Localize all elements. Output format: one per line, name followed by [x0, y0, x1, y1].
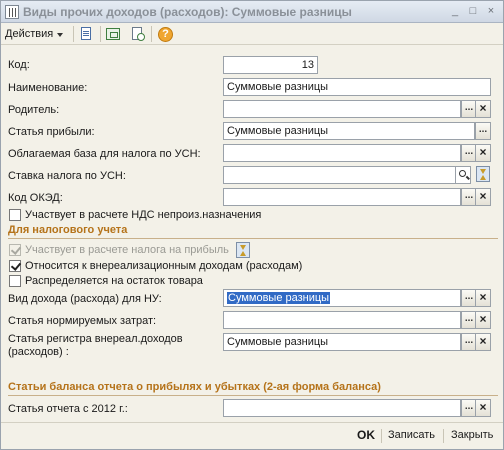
title-bar: Виды прочих доходов (расходов): Суммовые… — [1, 1, 503, 23]
save-document-icon[interactable] — [78, 26, 95, 43]
okved-clear-button[interactable]: × — [475, 188, 491, 206]
nu-type-clear-button[interactable]: × — [475, 289, 491, 307]
kod-label: Код: — [8, 59, 30, 71]
usn-rate-label: Ставка налога по УСН: — [8, 170, 126, 182]
toolbar-separator — [151, 26, 152, 42]
register-item-label: Статья регистра внереал.доходов (расходо… — [8, 333, 183, 358]
toolbar-separator — [73, 26, 74, 42]
report-item-input[interactable] — [223, 399, 461, 417]
vat-checkbox[interactable] — [9, 209, 21, 221]
tax-section-title: Для налогового учета — [8, 224, 128, 236]
nonsale-checkbox[interactable] — [9, 260, 21, 272]
parent-label: Родитель: — [8, 104, 60, 116]
nu-type-value: Суммовые разницы — [227, 292, 331, 304]
ok-button[interactable]: OK — [357, 428, 375, 442]
form-icon — [5, 5, 19, 19]
norm-costs-clear-button[interactable]: × — [475, 311, 491, 329]
copy-icon[interactable] — [105, 26, 122, 43]
report-item-label: Статья отчета с 2012 г.: — [8, 403, 128, 415]
usn-rate-input[interactable] — [223, 166, 461, 184]
balance-section-divider — [8, 395, 498, 396]
close-button[interactable]: Закрыть — [451, 429, 493, 441]
vat-checkbox-label: Участвует в расчете НДС непроиз.назначен… — [25, 209, 262, 221]
create-based-on-icon[interactable] — [129, 26, 146, 43]
form-window: Виды прочих доходов (расходов): Суммовые… — [0, 0, 504, 450]
window-title: Виды прочих доходов (расходов): Суммовые… — [23, 5, 352, 19]
okved-input[interactable] — [223, 188, 461, 206]
minimize-button[interactable]: _ — [447, 4, 463, 20]
actions-menu-button[interactable]: Действия — [5, 26, 64, 42]
footer-divider — [1, 422, 503, 423]
profit-tax-checkbox[interactable] — [9, 244, 21, 256]
search-icon[interactable] — [455, 166, 471, 184]
nonsale-checkbox-label: Относится к внереализационным доходам (р… — [25, 260, 303, 272]
profit-tax-checkbox-label: Участвует в расчете налога на прибыль — [25, 244, 229, 256]
usn-base-label: Облагаемая база для налога по УСН: — [8, 148, 201, 160]
profit-item-label: Статья прибыли: — [8, 126, 95, 138]
help-icon[interactable]: ? — [157, 26, 174, 43]
tax-section-divider — [8, 238, 498, 239]
footer-separator — [381, 429, 382, 443]
save-button[interactable]: Записать — [388, 429, 435, 441]
register-item-clear-button[interactable]: × — [475, 333, 491, 351]
remainder-checkbox-label: Распределяется на остаток товара — [25, 275, 203, 287]
register-item-input[interactable]: Суммовые разницы — [223, 333, 461, 351]
profit-item-input[interactable]: Суммовые разницы — [223, 122, 475, 140]
footer-separator — [443, 429, 444, 443]
balance-section-title: Статьи баланса отчета о прибылях и убытк… — [8, 381, 381, 393]
history-hourglass-icon[interactable] — [476, 166, 490, 182]
profit-item-select-button[interactable] — [475, 122, 491, 140]
report-item-clear-button[interactable]: × — [475, 399, 491, 417]
maximize-button[interactable]: □ — [465, 4, 481, 20]
history-hourglass-icon[interactable] — [236, 242, 250, 258]
nu-type-input[interactable]: Суммовые разницы — [223, 289, 461, 307]
usn-base-clear-button[interactable]: × — [475, 144, 491, 162]
nu-type-label: Вид дохода (расхода) для НУ: — [8, 293, 162, 305]
close-window-button[interactable]: × — [483, 4, 499, 20]
name-label: Наименование: — [8, 82, 88, 94]
name-input[interactable]: Суммовые разницы — [223, 78, 491, 96]
toolbar-separator — [100, 26, 101, 42]
parent-clear-button[interactable]: × — [475, 100, 491, 118]
okved-label: Код ОКЭД: — [8, 192, 63, 204]
remainder-checkbox[interactable] — [9, 275, 21, 287]
usn-base-input[interactable] — [223, 144, 461, 162]
norm-costs-label: Статья нормируемых затрат: — [8, 315, 157, 327]
kod-input[interactable]: 13 — [223, 56, 318, 74]
parent-input[interactable] — [223, 100, 461, 118]
toolbar: Действия ? — [1, 23, 503, 45]
norm-costs-input[interactable] — [223, 311, 461, 329]
